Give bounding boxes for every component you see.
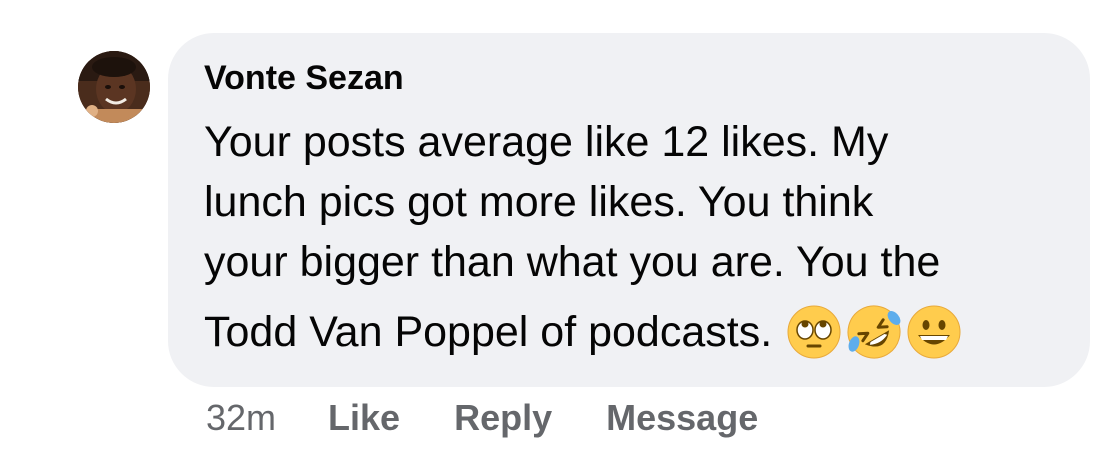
comment-line: Your posts average like 12 likes. My — [204, 118, 889, 166]
author-name[interactable]: Vonte Sezan — [204, 58, 404, 98]
avatar-image — [78, 51, 150, 123]
like-button[interactable]: Like — [328, 397, 400, 439]
comment-line: your bigger than what you are. You the — [204, 238, 941, 286]
avatar[interactable] — [78, 51, 150, 123]
grinning-face-emoji — [906, 304, 962, 360]
timestamp[interactable]: 32m — [206, 397, 276, 439]
emoji-group — [786, 299, 966, 360]
comment-actions: 32m Like Reply Message — [206, 396, 758, 440]
comment-line-last: Todd Van Poppel of podcasts. — [204, 302, 1074, 362]
comment: Vonte Sezan Your posts average like 12 l… — [0, 0, 1118, 467]
message-button[interactable]: Message — [606, 397, 758, 439]
comment-line: Todd Van Poppel of podcasts. — [204, 308, 773, 356]
reply-button[interactable]: Reply — [454, 397, 552, 439]
comment-line: lunch pics got more likes. You think — [204, 178, 874, 226]
rolling-on-floor-laughing-emoji — [846, 304, 902, 360]
face-with-rolling-eyes-emoji — [786, 304, 842, 360]
comment-text: Your posts average like 12 likes. My lun… — [204, 112, 1074, 362]
